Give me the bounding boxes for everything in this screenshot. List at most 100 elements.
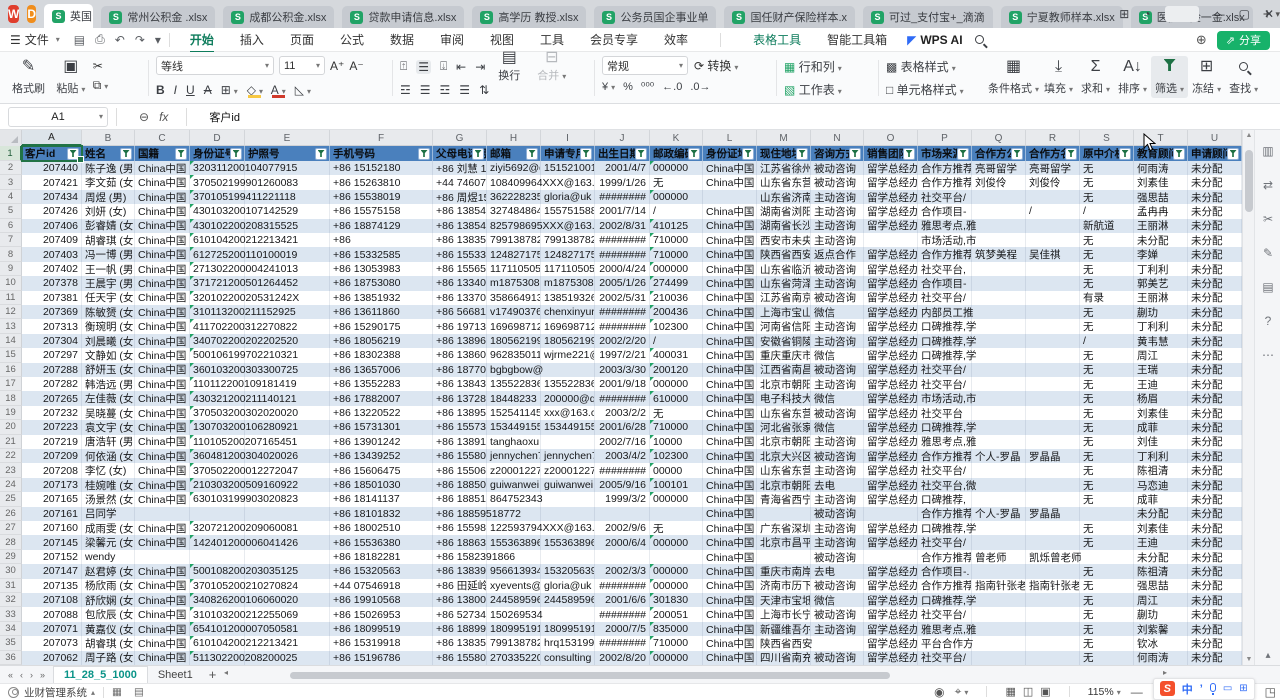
row-number[interactable]: 14 [0, 334, 22, 348]
cell[interactable]: 200051 [650, 607, 703, 621]
cell[interactable]: 吕同学 [82, 507, 135, 521]
cell[interactable]: 000000 [650, 651, 703, 665]
cell[interactable]: 210036 [650, 291, 703, 305]
cell[interactable]: +86 13839985047 [433, 564, 487, 578]
cell[interactable]: 雅思考点,雅 [918, 435, 972, 449]
cell[interactable]: 1997/2/21 [595, 348, 650, 362]
cell[interactable]: 362228235 [487, 190, 541, 204]
cell[interactable] [1026, 190, 1080, 204]
cell[interactable]: 微信 [811, 391, 864, 405]
cell[interactable]: 无 [1080, 363, 1134, 377]
cell[interactable]: 合作项目- [918, 204, 972, 218]
cell[interactable]: 155363896 [541, 535, 595, 549]
cell[interactable]: +86 13552283 [330, 377, 433, 391]
cell[interactable]: 169698712 [541, 319, 595, 333]
cell[interactable]: 合作方推荐 [918, 579, 972, 593]
cell[interactable]: China中国 [703, 435, 757, 449]
cell[interactable]: 207369 [22, 305, 82, 319]
increase-decimal-button[interactable]: ←.0 [662, 81, 682, 93]
cell[interactable]: China中国 [135, 420, 190, 434]
cell[interactable]: 207088 [22, 607, 82, 621]
cell[interactable]: 无 [1080, 391, 1134, 405]
cell[interactable] [972, 607, 1026, 621]
cell[interactable]: China中国 [135, 262, 190, 276]
cell[interactable]: +86 13800682663 [433, 593, 487, 607]
filter-button[interactable] [1119, 148, 1131, 160]
cell[interactable] [972, 363, 1026, 377]
cell[interactable]: 未分配 [1188, 535, 1242, 549]
header-cell[interactable]: 身份证地 [703, 146, 757, 161]
cell[interactable]: 207108 [22, 593, 82, 607]
cell[interactable]: China中国 [703, 492, 757, 506]
cell[interactable]: +86 56681836 [433, 305, 487, 319]
column-letter-B[interactable]: B [82, 130, 135, 146]
cell[interactable] [1026, 521, 1080, 535]
cell[interactable]: 138519326 [541, 291, 595, 305]
cell[interactable]: 430103200107142529 [190, 204, 245, 218]
cell[interactable]: 135522836 [487, 377, 541, 391]
cell[interactable]: 180995191 [487, 622, 541, 636]
cell[interactable]: +86 13854866895 [433, 204, 487, 218]
cell[interactable]: / [650, 204, 703, 218]
column-letter-R[interactable]: R [1026, 130, 1080, 146]
cell[interactable]: +86 13439252 [330, 449, 433, 463]
cell[interactable]: 未分配 [1188, 636, 1242, 650]
cell[interactable]: 2002/3/3 [595, 564, 650, 578]
cell[interactable]: +86 52734062 [433, 607, 487, 621]
cell[interactable]: 153449155 [487, 420, 541, 434]
zoom-level[interactable]: 115%▾ [1088, 686, 1121, 698]
cell[interactable]: 2002/8/20 [595, 651, 650, 665]
cell[interactable]: 任天宇 (女 [82, 291, 135, 305]
shrink-font-button[interactable]: A⁻ [349, 59, 363, 73]
cell[interactable]: 207073 [22, 636, 82, 650]
cell[interactable]: 强思喆 [1134, 190, 1188, 204]
forms-icon[interactable]: ⊖ [139, 110, 149, 124]
tab-会员专享[interactable]: 会员专享 [588, 28, 640, 51]
cell[interactable] [972, 233, 1026, 247]
cell[interactable] [1026, 435, 1080, 449]
cell[interactable]: 微信 [811, 593, 864, 607]
cell[interactable]: 刘俊伶 [1026, 175, 1080, 189]
cell[interactable]: 指南针张老 [972, 579, 1026, 593]
cell[interactable]: 未分配 [1188, 291, 1242, 305]
cell[interactable]: 留学总经办 [864, 363, 918, 377]
side-tool-icon-3[interactable]: ✎ [1255, 240, 1280, 266]
cell[interactable] [864, 233, 918, 247]
column-letter-C[interactable]: C [135, 130, 190, 146]
new-tab-caret-icon[interactable]: ▾ [1275, 9, 1280, 20]
cell[interactable]: 吴晓蔓 (女 [82, 406, 135, 420]
cell[interactable] [1026, 593, 1080, 607]
cell[interactable]: 被动咨询 [811, 291, 864, 305]
cell[interactable]: 2001/6/6 [595, 593, 650, 607]
header-cell[interactable]: 申请专用 [541, 146, 595, 161]
cell[interactable]: +86 13896522100 [433, 334, 487, 348]
cell[interactable]: 207147 [22, 564, 82, 578]
cell[interactable]: China中国 [135, 276, 190, 290]
cell[interactable]: 被动咨询 [811, 579, 864, 593]
table-style-button[interactable]: ▩ 表格样式▾ [886, 58, 956, 75]
cell[interactable]: 被动咨询 [811, 449, 864, 463]
cell[interactable] [650, 507, 703, 521]
cell[interactable]: 无 [1080, 319, 1134, 333]
row-number[interactable]: 11 [0, 291, 22, 305]
tab-插入[interactable]: 插入 [238, 28, 266, 51]
cell[interactable]: bgbgbow@ [487, 363, 541, 377]
cell[interactable]: 无 [1080, 622, 1134, 636]
worksheet-button[interactable]: ▧ 工作表▾ [784, 81, 842, 98]
cell[interactable]: 新航道 [1080, 219, 1134, 233]
cell[interactable]: 207265 [22, 391, 82, 405]
cell[interactable]: 山东省东营 [757, 406, 811, 420]
cell[interactable]: 150269534 [487, 607, 541, 621]
cell[interactable]: 200000@qq [541, 391, 595, 405]
cell[interactable]: 社交平台/ [918, 607, 972, 621]
cell[interactable]: 口碑推荐,学 [918, 334, 972, 348]
cell[interactable] [972, 535, 1026, 549]
cell[interactable]: China中国 [135, 247, 190, 261]
decrease-decimal-button[interactable]: .0→ [690, 81, 710, 93]
cell[interactable]: 被动咨询 [811, 651, 864, 665]
column-letter-U[interactable]: U [1188, 130, 1242, 146]
normal-view-icon[interactable]: ▦ [1005, 685, 1015, 698]
cell[interactable]: 蒯玏 [1134, 607, 1188, 621]
header-cell[interactable]: 邮政编码 [650, 146, 703, 161]
cell[interactable]: 未分配 [1188, 521, 1242, 535]
